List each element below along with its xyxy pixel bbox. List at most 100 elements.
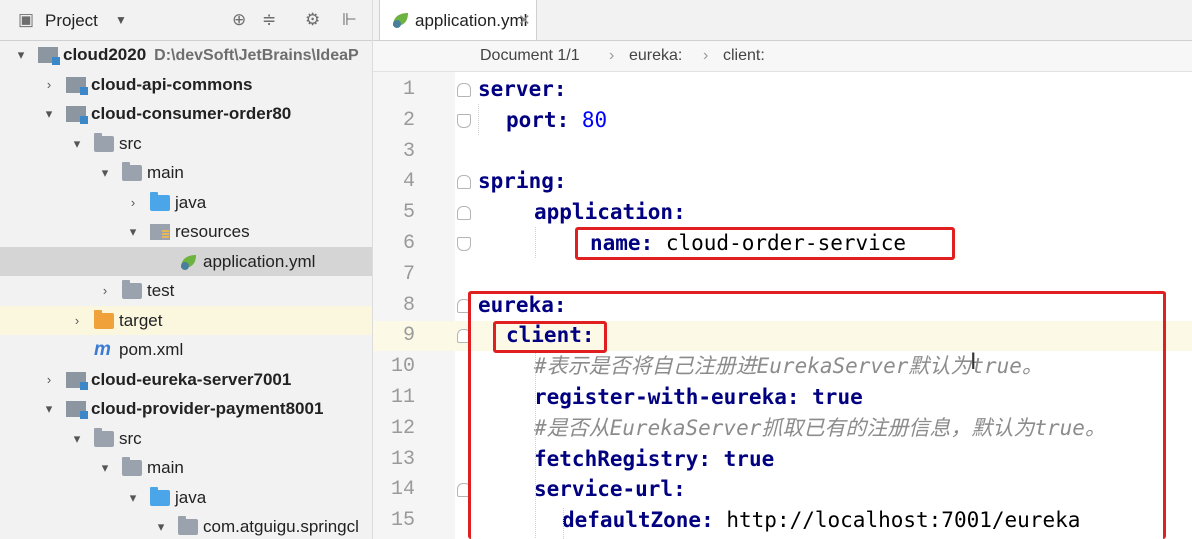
tree-item[interactable]: m pom.xml [0, 335, 372, 364]
tree-item-text: cloud-consumer-order80 [91, 104, 292, 123]
tree-item[interactable]: › target [0, 305, 372, 335]
tree-item-label: cloud2020 D:\devSoft\JetBrains\IdeaP [63, 40, 359, 70]
tree-item[interactable]: ▾ cloud-provider-payment8001 [0, 394, 372, 423]
yaml-key: port: [506, 107, 582, 132]
line-number: 9 [402, 324, 415, 348]
tree-item-label: pom.xml [119, 335, 183, 364]
tree-item-label: target [119, 306, 162, 335]
chevron-down-icon[interactable]: ▾ [154, 512, 168, 539]
chevron-down-icon[interactable]: ▾ [14, 40, 28, 69]
tree-item[interactable]: ▾ cloud-consumer-order80 [0, 99, 372, 128]
tree-item-text: main [147, 458, 184, 477]
tree-item-label: main [147, 453, 184, 482]
tree-item-label: resources [175, 217, 250, 246]
fold-toggle-icon[interactable] [457, 206, 471, 221]
code-line[interactable]: port: 80 [506, 105, 607, 136]
close-icon[interactable]: ✕ [518, 11, 531, 29]
chevron-down-icon[interactable]: ▾ [98, 453, 112, 482]
tree-item[interactable]: ▾ resources [0, 217, 372, 246]
breadcrumb-document[interactable]: Document 1/1 [480, 41, 580, 71]
line-number: 7 [402, 262, 415, 286]
line-number: 6 [402, 232, 415, 255]
tree-item[interactable]: ▾ com.atguigu.springcl [0, 512, 372, 539]
maven-icon: m [94, 339, 111, 360]
excluded-folder-icon [94, 309, 114, 329]
chevron-right-icon[interactable]: › [70, 306, 84, 335]
folder-icon [94, 427, 114, 447]
tree-item-label: cloud-provider-payment8001 [91, 394, 323, 423]
text-cursor-icon: I [970, 350, 977, 375]
tree-item-text: cloud-provider-payment8001 [91, 399, 324, 418]
resources-folder-icon [150, 224, 170, 240]
hide-panel-icon[interactable]: ⊩ [342, 10, 357, 30]
tree-item-text: cloud-api-commons [91, 74, 253, 94]
highlight-box-client [493, 321, 607, 353]
tree-item[interactable]: ▾ src [0, 129, 372, 158]
tree-item-text: cloud2020 [63, 45, 147, 64]
tree-item[interactable]: application.yml [0, 246, 372, 276]
module-icon [38, 47, 60, 65]
tree-item[interactable]: ▾ main [0, 158, 372, 187]
folder-icon [122, 280, 142, 299]
chevron-down-icon[interactable]: ▾ [98, 158, 112, 187]
chevron-right-icon[interactable]: › [42, 365, 56, 394]
tree-item-text: main [147, 163, 184, 182]
tree-item-text: target [119, 310, 163, 330]
spring-leaf-icon [393, 13, 408, 28]
highlight-box-name [575, 227, 955, 260]
breadcrumb-eureka[interactable]: eureka: [629, 41, 682, 71]
tree-item[interactable]: ▾ cloud2020 D:\devSoft\JetBrains\IdeaP [0, 40, 372, 69]
tree-item-text: test [147, 281, 175, 300]
chevron-down-icon[interactable]: ▾ [126, 483, 140, 512]
line-number: 14 [390, 478, 415, 502]
chevron-right-icon[interactable]: › [126, 188, 140, 217]
code-line[interactable]: application: [534, 197, 686, 228]
folder-icon [122, 162, 142, 181]
tree-item[interactable]: › java [0, 188, 372, 217]
fold-end-icon[interactable] [457, 237, 471, 251]
indent-guide [535, 227, 536, 258]
fold-toggle-icon[interactable] [457, 175, 471, 190]
locate-file-icon[interactable]: ⊕ [232, 10, 246, 30]
tree-item[interactable]: › cloud-eureka-server7001 [0, 365, 372, 394]
line-number: 2 [402, 108, 415, 132]
folder-icon [122, 457, 142, 476]
tab-application-yml[interactable]: application.yml ✕ [379, 0, 537, 40]
source-folder-icon [150, 191, 170, 211]
chevron-down-icon[interactable]: ▾ [70, 129, 84, 158]
tree-item-label: com.atguigu.springcl [203, 512, 359, 539]
tree-item[interactable]: ▾ src [0, 424, 372, 453]
project-panel-title[interactable]: Project [45, 11, 98, 31]
gear-icon[interactable]: ⚙ [305, 10, 320, 30]
chevron-down-icon[interactable]: ▾ [42, 99, 56, 128]
tree-item[interactable]: › test [0, 276, 372, 305]
tree-item-text: java [175, 192, 207, 212]
collapse-all-icon[interactable]: ≑ [262, 10, 276, 30]
chevron-right-icon[interactable]: › [42, 70, 56, 99]
chevron-right-icon[interactable]: › [98, 276, 112, 305]
chevron-down-icon[interactable]: ▾ [42, 394, 56, 423]
line-number: 15 [390, 509, 415, 533]
tree-item-text: resources [175, 222, 250, 241]
tree-item-label: test [147, 276, 174, 305]
yaml-value: 80 [581, 107, 608, 132]
tree-item[interactable]: ▾ main [0, 453, 372, 482]
tree-item[interactable]: ▾ java [0, 483, 372, 512]
project-view-icon[interactable]: ▣ [18, 10, 34, 30]
line-number: 11 [390, 386, 415, 409]
editor-tab-bar: application.yml ✕ [373, 0, 1192, 41]
yaml-key: spring: [478, 169, 567, 194]
fold-toggle-icon[interactable] [457, 83, 471, 97]
tree-item-label: java [175, 483, 206, 512]
chevron-down-icon[interactable]: ▼ [115, 13, 127, 27]
code-line[interactable]: spring: [478, 166, 567, 197]
indent-guide [478, 104, 479, 135]
code-line[interactable]: server: [478, 74, 567, 105]
chevron-down-icon[interactable]: ▾ [126, 217, 140, 246]
breadcrumb: Document 1/1 › eureka: › client: [373, 41, 1192, 72]
chevron-down-icon[interactable]: ▾ [70, 424, 84, 453]
fold-end-icon[interactable] [457, 113, 471, 128]
tree-item[interactable]: › cloud-api-commons [0, 70, 372, 99]
tree-item-text: application.yml [203, 251, 316, 271]
breadcrumb-client[interactable]: client: [723, 41, 765, 71]
